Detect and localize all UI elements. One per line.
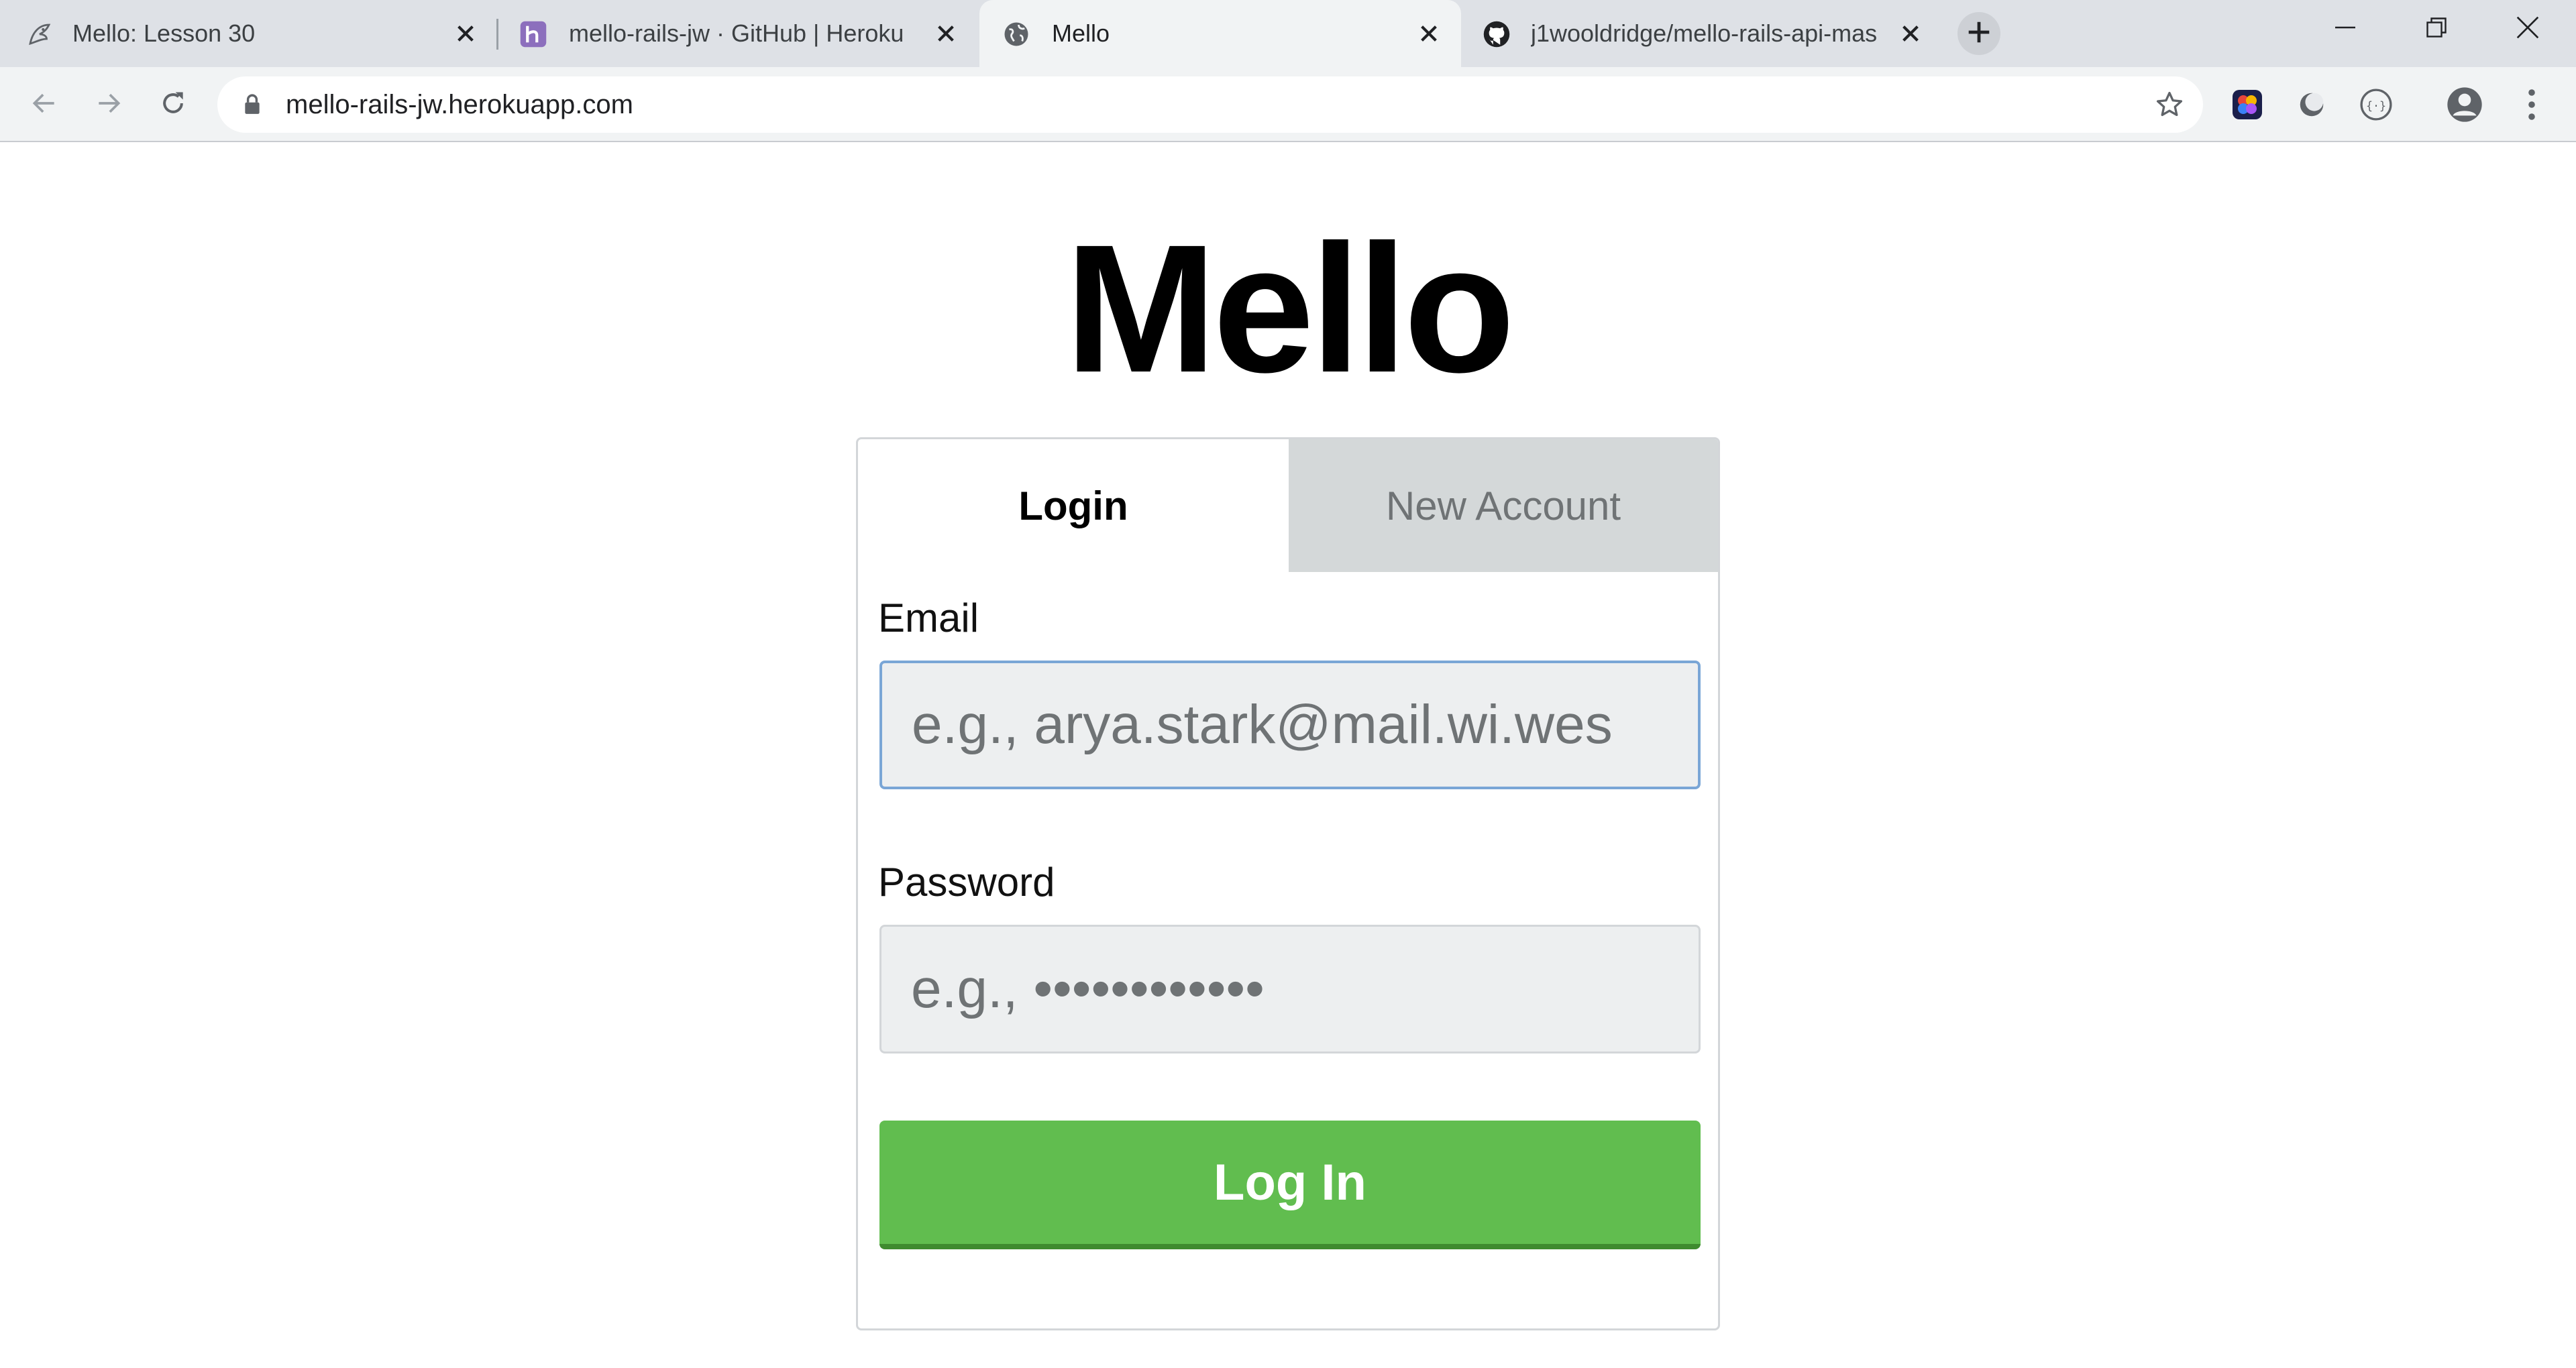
- address-bar[interactable]: mello-rails-jw.herokuapp.com: [217, 76, 2203, 133]
- forward-button[interactable]: [89, 84, 129, 125]
- browser-tab-mello[interactable]: Mello: [979, 0, 1461, 68]
- plus-icon: [1968, 21, 1990, 47]
- browser-tab-strip: Mello: Lesson 30 mello-rails-jw · GitHub…: [0, 0, 2576, 68]
- close-icon: [2516, 16, 2539, 42]
- globe-icon: [1002, 20, 1030, 48]
- email-field[interactable]: [879, 661, 1701, 789]
- extension-dark-mode-icon[interactable]: [2293, 86, 2330, 123]
- restore-button[interactable]: [2391, 0, 2482, 58]
- tab-title: Mello: Lesson 30: [72, 19, 256, 47]
- browser-tab-heroku[interactable]: mello-rails-jw · GitHub | Heroku: [498, 0, 978, 67]
- email-label: Email: [878, 595, 979, 640]
- restore-icon: [2426, 17, 2447, 41]
- reload-button[interactable]: [153, 84, 193, 125]
- tab-title: j1wooldridge/mello-rails-api-mas: [1531, 19, 1878, 47]
- minimize-button[interactable]: [2300, 0, 2391, 58]
- minimize-icon: [2335, 17, 2355, 41]
- arrow-right-icon: [94, 89, 123, 121]
- page-title: Mello: [1065, 207, 1515, 410]
- tab-title: Mello: [1052, 19, 1110, 47]
- back-button[interactable]: [24, 84, 64, 125]
- browser-tab-github[interactable]: j1wooldridge/mello-rails-api-mas: [1462, 0, 1944, 67]
- profile-avatar-icon[interactable]: [2446, 86, 2483, 123]
- password-field[interactable]: [879, 925, 1701, 1053]
- github-icon: [1483, 20, 1511, 48]
- lesson-icon: [25, 20, 54, 48]
- password-label: Password: [878, 860, 1055, 905]
- close-icon[interactable]: [1415, 20, 1442, 47]
- new-tab-button[interactable]: [1957, 12, 2000, 55]
- browser-tab-mello-lesson[interactable]: Mello: Lesson 30: [0, 0, 495, 67]
- bookmark-star-icon[interactable]: [2155, 90, 2184, 119]
- tab-login[interactable]: Login: [858, 439, 1289, 572]
- reload-icon: [158, 89, 188, 121]
- auth-card: Login New Account Email Password Log In: [856, 437, 1720, 1330]
- heroku-icon: [519, 20, 547, 48]
- svg-text:{·}: {·}: [2366, 99, 2386, 112]
- window-close-button[interactable]: [2482, 0, 2573, 58]
- browser-toolbar: mello-rails-jw.herokuapp.com {·}: [0, 67, 2576, 142]
- lock-icon[interactable]: [240, 93, 264, 117]
- extension-json-icon[interactable]: {·}: [2357, 86, 2395, 123]
- arrow-left-icon: [30, 89, 59, 121]
- menu-kebab-icon[interactable]: [2513, 86, 2551, 123]
- tab-title: mello-rails-jw · GitHub | Heroku: [569, 19, 904, 47]
- log-in-button[interactable]: Log In: [879, 1121, 1701, 1249]
- close-icon[interactable]: [452, 20, 479, 47]
- close-icon[interactable]: [932, 20, 959, 47]
- close-icon[interactable]: [1897, 20, 1924, 47]
- tab-new-account[interactable]: New Account: [1289, 439, 1718, 572]
- url-text[interactable]: mello-rails-jw.herokuapp.com: [286, 76, 633, 133]
- extension-colorful-icon[interactable]: [2229, 86, 2266, 123]
